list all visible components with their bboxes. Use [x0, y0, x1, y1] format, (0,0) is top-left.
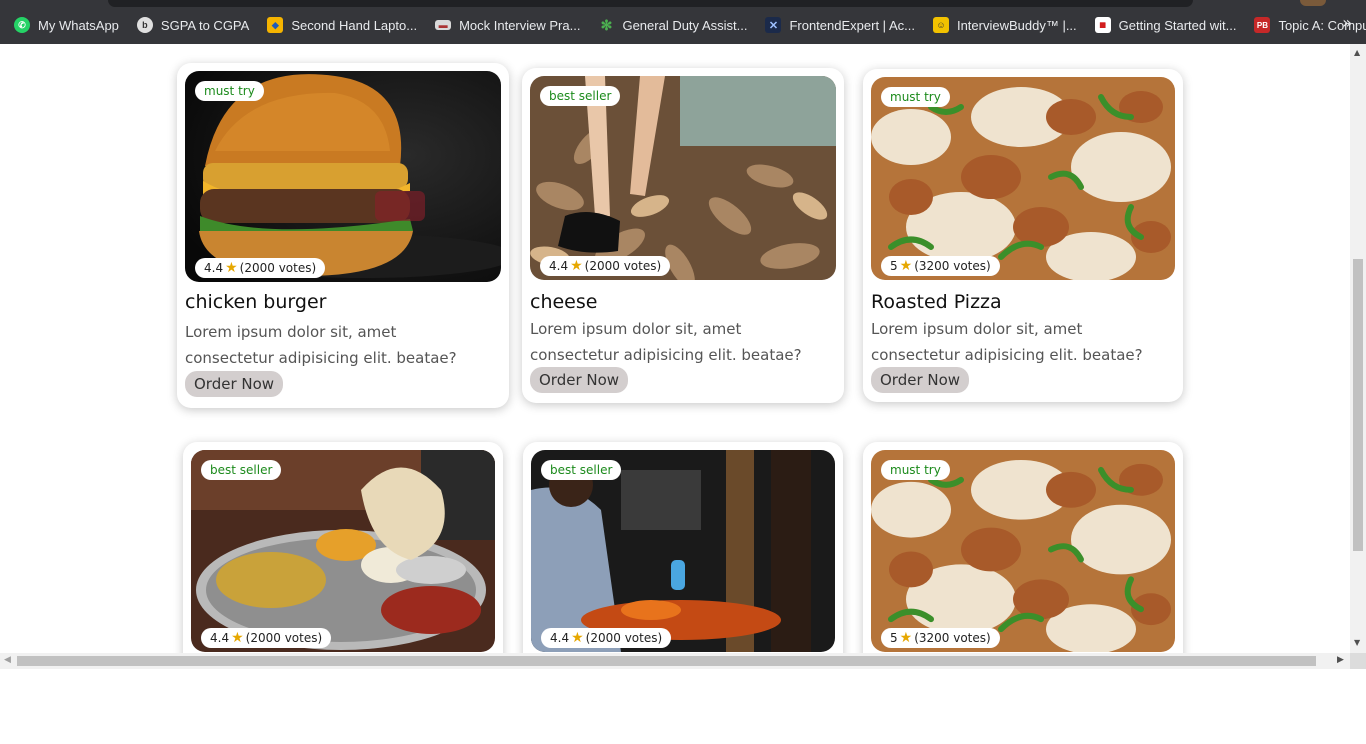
- fe-icon: ✕: [765, 17, 782, 33]
- star-icon: ★: [570, 258, 583, 274]
- star-icon: ★: [225, 260, 238, 276]
- bookmark-label: InterviewBuddy™ |...: [956, 17, 1077, 33]
- food-card: best seller 4.4 ★ (2000 votes): [523, 442, 843, 653]
- card-description: Lorem ipsum dolor sit, amet consectetur …: [871, 320, 1143, 364]
- tag-badge: best seller: [540, 86, 621, 106]
- rating-badge: 4.4 ★ (2000 votes): [195, 258, 326, 278]
- votes-count: (2000 votes): [245, 631, 323, 645]
- address-bar-edge: [108, 0, 1193, 7]
- food-card: best seller 4.4 ★ (2000 votes): [183, 442, 503, 653]
- order-now-button[interactable]: Order Now: [871, 367, 970, 393]
- tag-badge: best seller: [201, 460, 282, 480]
- bookmark-getting-started[interactable]: ▦ Getting Started wit...: [1093, 14, 1245, 36]
- bookmark-frontend-expert[interactable]: ✕ FrontendExpert | Ac...: [763, 14, 923, 36]
- page-viewport: must try 4.4 ★ (2000 votes) chicken burg…: [0, 44, 1350, 653]
- box-icon: ◆: [267, 17, 284, 33]
- scrollbar-corner: [1350, 653, 1366, 669]
- thali-photo: best seller 4.4 ★ (2000 votes): [191, 450, 495, 652]
- bookmark-label: SGPA to CGPA: [160, 17, 250, 33]
- star-icon: ★: [571, 630, 584, 646]
- tag-badge: best seller: [541, 460, 622, 480]
- chef-kitchen-photo: best seller 4.4 ★ (2000 votes): [531, 450, 835, 652]
- star-icon: ★: [899, 630, 913, 646]
- tag-badge: must try: [881, 460, 950, 480]
- rating-value: 4.4: [210, 631, 230, 645]
- food-card: best seller 4.4 ★ (2000 votes) cheese Lo…: [522, 68, 844, 403]
- bookmark-mock-interview[interactable]: ▬ Mock Interview Pra...: [433, 14, 588, 36]
- food-card: must try 5 ★ (3200 votes): [863, 442, 1183, 653]
- rating-value: 5: [890, 631, 898, 645]
- autumn-leaves-photo: best seller 4.4 ★ (2000 votes): [530, 76, 836, 280]
- bookmark-label: Second Hand Lapto...: [291, 17, 418, 33]
- horizontal-scrollbar[interactable]: ◀ ▶: [0, 653, 1350, 669]
- bookmarks-bar: ✆ My WhatsApp b SGPA to CGPA ◆ Second Ha…: [0, 0, 1366, 44]
- rating-badge: 4.4 ★ (2000 votes): [201, 628, 332, 648]
- card-title: cheese: [530, 291, 598, 313]
- food-card: must try 5 ★ (3200 votes) Roasted Pizza …: [863, 69, 1183, 402]
- card-description: Lorem ipsum dolor sit, amet consectetur …: [530, 320, 802, 364]
- tag-badge: must try: [195, 81, 264, 101]
- vertical-scroll-thumb[interactable]: [1353, 259, 1363, 551]
- rating-value: 4.4: [550, 631, 570, 645]
- bookmark-label: Mock Interview Pra...: [459, 17, 581, 33]
- votes-count: (2000 votes): [585, 631, 663, 645]
- pinwheel-icon: ✻: [600, 16, 613, 33]
- card-description: Lorem ipsum dolor sit, amet consectetur …: [185, 323, 457, 367]
- tag-badge: must try: [881, 87, 950, 107]
- votes-count: (2000 votes): [239, 261, 317, 275]
- rating-badge: 4.4 ★ (2000 votes): [540, 256, 671, 276]
- bookmarks-list: ✆ My WhatsApp b SGPA to CGPA ◆ Second Ha…: [12, 14, 1366, 36]
- card-title: Roasted Pizza: [871, 291, 1002, 313]
- pb-icon: PB: [1254, 17, 1271, 33]
- bookmark-label: Topic A: Computer...: [1278, 17, 1366, 33]
- bookmark-whatsapp[interactable]: ✆ My WhatsApp: [12, 14, 127, 36]
- order-now-button[interactable]: Order Now: [185, 371, 284, 397]
- order-now-button[interactable]: Order Now: [530, 367, 629, 393]
- pizza-photo: must try 5 ★ (3200 votes): [871, 450, 1175, 652]
- rating-value: 4.4: [549, 259, 569, 273]
- star-icon: ★: [231, 630, 244, 646]
- bookmark-laptop[interactable]: ◆ Second Hand Lapto...: [265, 14, 425, 36]
- cisco-icon: ▦: [1094, 17, 1111, 33]
- person-icon: ☺: [932, 17, 949, 33]
- bing-icon: b: [136, 17, 153, 33]
- bookmark-label: Getting Started wit...: [1118, 17, 1237, 33]
- bookmark-label: FrontendExpert | Ac...: [789, 17, 915, 33]
- more-bookmarks-icon[interactable]: »: [1342, 13, 1352, 32]
- rating-badge: 5 ★ (3200 votes): [881, 256, 1000, 276]
- horizontal-scroll-thumb[interactable]: [17, 656, 1316, 666]
- scroll-left-arrow-icon[interactable]: ◀: [4, 655, 11, 665]
- whatsapp-icon: ✆: [14, 17, 30, 33]
- burger-photo: must try 4.4 ★ (2000 votes): [185, 71, 501, 282]
- rating-badge: 5 ★ (3200 votes): [881, 628, 1000, 648]
- pizza-photo: must try 5 ★ (3200 votes): [871, 77, 1175, 280]
- rating-badge: 4.4 ★ (2000 votes): [541, 628, 672, 648]
- star-icon: ★: [899, 258, 913, 274]
- laptop-icon: ▬: [435, 20, 452, 30]
- bookmark-sgpa[interactable]: b SGPA to CGPA: [135, 14, 257, 36]
- bookmark-general-duty[interactable]: ✻ General Duty Assist...: [596, 14, 755, 36]
- card-title: chicken burger: [185, 291, 327, 313]
- votes-count: (3200 votes): [914, 259, 991, 273]
- profile-avatar[interactable]: [1300, 0, 1326, 6]
- scroll-up-arrow-icon[interactable]: ▲: [1354, 48, 1360, 57]
- votes-count: (2000 votes): [584, 259, 662, 273]
- rating-value: 4.4: [204, 261, 224, 275]
- bookmark-label: General Duty Assist...: [622, 17, 748, 33]
- bookmark-interviewbuddy[interactable]: ☺ InterviewBuddy™ |...: [931, 14, 1085, 36]
- bookmark-label: My WhatsApp: [38, 17, 119, 33]
- rating-value: 5: [890, 259, 898, 273]
- food-card: must try 4.4 ★ (2000 votes) chicken burg…: [177, 63, 509, 408]
- scroll-right-arrow-icon[interactable]: ▶: [1337, 655, 1344, 665]
- votes-count: (3200 votes): [914, 631, 991, 645]
- vertical-scrollbar[interactable]: ▲ ▼: [1350, 44, 1366, 653]
- scroll-down-arrow-icon[interactable]: ▼: [1354, 638, 1360, 647]
